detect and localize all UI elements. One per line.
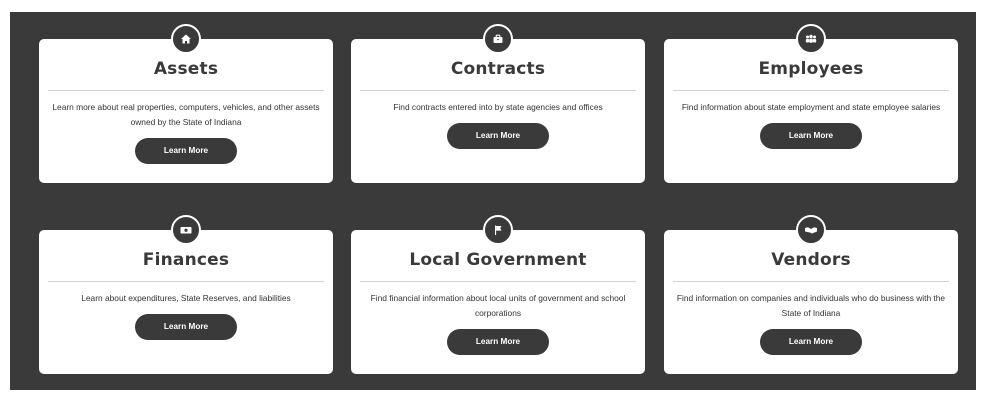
card-contracts: Contracts Find contracts entered into by… bbox=[351, 24, 645, 183]
people-icon bbox=[796, 24, 826, 54]
divider bbox=[673, 281, 949, 282]
card-employees: Employees Find information about state e… bbox=[664, 24, 958, 183]
learn-more-button[interactable]: Learn More bbox=[135, 314, 237, 340]
divider bbox=[360, 90, 636, 91]
briefcase-icon bbox=[483, 24, 513, 54]
money-icon bbox=[171, 215, 201, 245]
divider bbox=[673, 90, 949, 91]
card-local-government: Local Government Find financial informat… bbox=[351, 215, 645, 374]
card-description: Find financial information about local u… bbox=[370, 293, 626, 318]
card-vendors: Vendors Find information on companies an… bbox=[664, 215, 958, 374]
learn-more-button[interactable]: Learn More bbox=[760, 329, 862, 355]
card-description: Find information about state employment … bbox=[681, 102, 941, 112]
home-icon bbox=[171, 24, 201, 54]
divider bbox=[48, 281, 324, 282]
card-finances: Finances Learn about expenditures, State… bbox=[39, 215, 333, 374]
learn-more-button[interactable]: Learn More bbox=[135, 138, 237, 164]
card-description: Find information on companies and indivi… bbox=[676, 293, 946, 318]
learn-more-button[interactable]: Learn More bbox=[447, 123, 549, 149]
handshake-icon bbox=[796, 215, 826, 245]
divider bbox=[48, 90, 324, 91]
divider bbox=[360, 281, 636, 282]
card-assets: Assets Learn more about real properties,… bbox=[39, 24, 333, 183]
learn-more-button[interactable]: Learn More bbox=[447, 329, 549, 355]
flag-icon bbox=[483, 215, 513, 245]
learn-more-button[interactable]: Learn More bbox=[760, 123, 862, 149]
card-description: Learn more about real properties, comput… bbox=[52, 102, 320, 127]
card-description: Find contracts entered into by state age… bbox=[393, 102, 603, 112]
category-panel: Assets Learn more about real properties,… bbox=[10, 12, 976, 390]
card-description: Learn about expenditures, State Reserves… bbox=[81, 293, 291, 303]
